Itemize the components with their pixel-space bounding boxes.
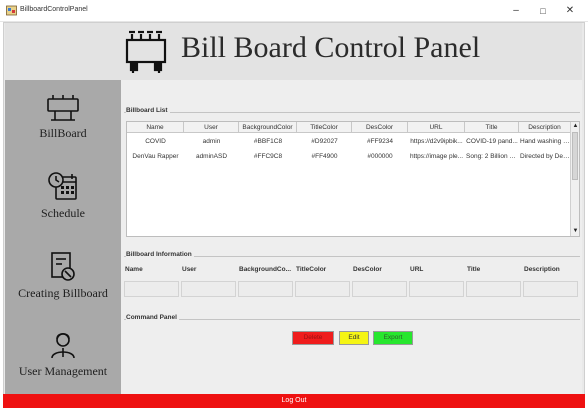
- table-cell: https://d2v9ipbik...: [410, 138, 463, 145]
- info-label: Description: [524, 266, 560, 273]
- table-cell: #FF4900: [311, 153, 338, 160]
- info-label: DesColor: [353, 266, 382, 273]
- table-scrollbar[interactable]: ▲ ▼: [570, 122, 579, 236]
- window-title: BillboardControlPanel: [20, 6, 88, 13]
- app-header: Bill Board Control Panel: [5, 23, 582, 80]
- title-color-field[interactable]: [295, 281, 350, 297]
- table-cell: #000000: [367, 153, 393, 160]
- billboard-table: Name User BackgroundColor TitleColor Des…: [126, 121, 580, 237]
- sidebar-item-label: Creating Billboard: [18, 286, 108, 300]
- sidebar: BillBoard Schedule Creating Billboard Us…: [5, 80, 121, 394]
- create-document-icon: [51, 252, 75, 281]
- sidebar-item-creating-billboard[interactable]: Creating Billboard: [5, 250, 121, 301]
- table-row[interactable]: COVID admin #BBF1C8 #D92027 #FF9234 http…: [127, 135, 571, 149]
- logout-button[interactable]: Log Out: [3, 394, 585, 408]
- info-label: User: [182, 266, 197, 273]
- app-icon: [6, 5, 17, 16]
- command-panel: Command Panel Delete Edit Export: [124, 314, 580, 353]
- sidebar-item-label: User Management: [18, 364, 108, 378]
- export-button[interactable]: Export: [373, 331, 413, 345]
- info-label: BackgroundCo...: [239, 266, 292, 273]
- column-header[interactable]: User: [184, 122, 239, 133]
- des-color-field[interactable]: [352, 281, 407, 297]
- sidebar-item-user-management[interactable]: User Management: [5, 330, 121, 379]
- table-cell: Directed by Den...: [520, 153, 571, 160]
- table-header: Name User BackgroundColor TitleColor Des…: [127, 122, 571, 133]
- page-title: Bill Board Control Panel: [181, 31, 481, 64]
- table-cell: admin: [202, 138, 221, 145]
- maximize-button[interactable]: □: [533, 4, 553, 18]
- billboard-information-title: Billboard Information: [126, 251, 194, 258]
- close-button[interactable]: ✕: [560, 4, 580, 18]
- description-field[interactable]: [523, 281, 578, 297]
- sidebar-item-billboard[interactable]: BillBoard: [5, 92, 121, 141]
- sidebar-item-schedule[interactable]: Schedule: [5, 170, 121, 221]
- delete-button[interactable]: Delete: [292, 331, 334, 345]
- table-cell: #D92027: [311, 138, 338, 145]
- sidebar-item-label: BillBoard: [39, 126, 87, 140]
- info-label: TitleColor: [296, 266, 327, 273]
- table-cell: https://image ple...: [409, 153, 464, 160]
- info-labels-row: Name User BackgroundCo... TitleColor Des…: [124, 266, 580, 276]
- column-header[interactable]: TitleColor: [297, 122, 352, 133]
- scroll-up-icon[interactable]: ▲: [571, 122, 579, 131]
- sidebar-item-label: Schedule: [41, 206, 85, 220]
- table-cell: DenVau Rapper: [132, 153, 179, 160]
- url-field[interactable]: [409, 281, 464, 297]
- billboard-list-title: Billboard List: [126, 107, 170, 114]
- column-header[interactable]: URL: [408, 122, 465, 133]
- minimize-button[interactable]: –: [506, 4, 526, 18]
- background-color-field[interactable]: [238, 281, 293, 297]
- column-header[interactable]: Name: [127, 122, 184, 133]
- info-label: Name: [125, 266, 143, 273]
- column-header[interactable]: BackgroundColor: [239, 122, 297, 133]
- scroll-down-icon[interactable]: ▼: [571, 227, 579, 236]
- calendar-clock-icon: [48, 172, 77, 200]
- table-cell: COVID-19 pand...: [466, 138, 518, 145]
- billboard-logo-icon: [125, 30, 167, 73]
- table-cell: Song: 2 Billion Y...: [466, 153, 519, 160]
- table-cell: #BBF1C8: [253, 138, 283, 145]
- table-cell: #FFC9C8: [253, 153, 283, 160]
- table-cell: COVID: [145, 138, 166, 145]
- column-header[interactable]: Title: [465, 122, 519, 133]
- column-header[interactable]: Description: [519, 122, 571, 133]
- table-row[interactable]: DenVau Rapper adminASD #FFC9C8 #FF4900 #…: [127, 150, 571, 164]
- name-field[interactable]: [124, 281, 179, 297]
- table-cell: Hand washing is...: [520, 138, 571, 145]
- main-content: Billboard List Name User BackgroundColor…: [121, 80, 582, 394]
- edit-button[interactable]: Edit: [339, 331, 369, 345]
- column-header[interactable]: DesColor: [352, 122, 408, 133]
- table-cell: adminASD: [195, 153, 228, 160]
- table-cell: #FF9234: [366, 138, 394, 145]
- info-label: URL: [410, 266, 424, 273]
- scroll-thumb[interactable]: [572, 132, 578, 180]
- billboard-list-panel: Billboard List Name User BackgroundColor…: [124, 107, 580, 237]
- billboard-information-panel: Billboard Information Name User Backgrou…: [124, 251, 580, 300]
- billboard-icon: [47, 95, 79, 121]
- user-field[interactable]: [181, 281, 236, 297]
- window-titlebar: BillboardControlPanel – □ ✕: [0, 0, 588, 22]
- info-label: Title: [467, 266, 481, 273]
- info-fields-row: [124, 281, 580, 297]
- title-field[interactable]: [466, 281, 521, 297]
- users-icon: [51, 332, 75, 359]
- command-panel-title: Command Panel: [126, 314, 179, 321]
